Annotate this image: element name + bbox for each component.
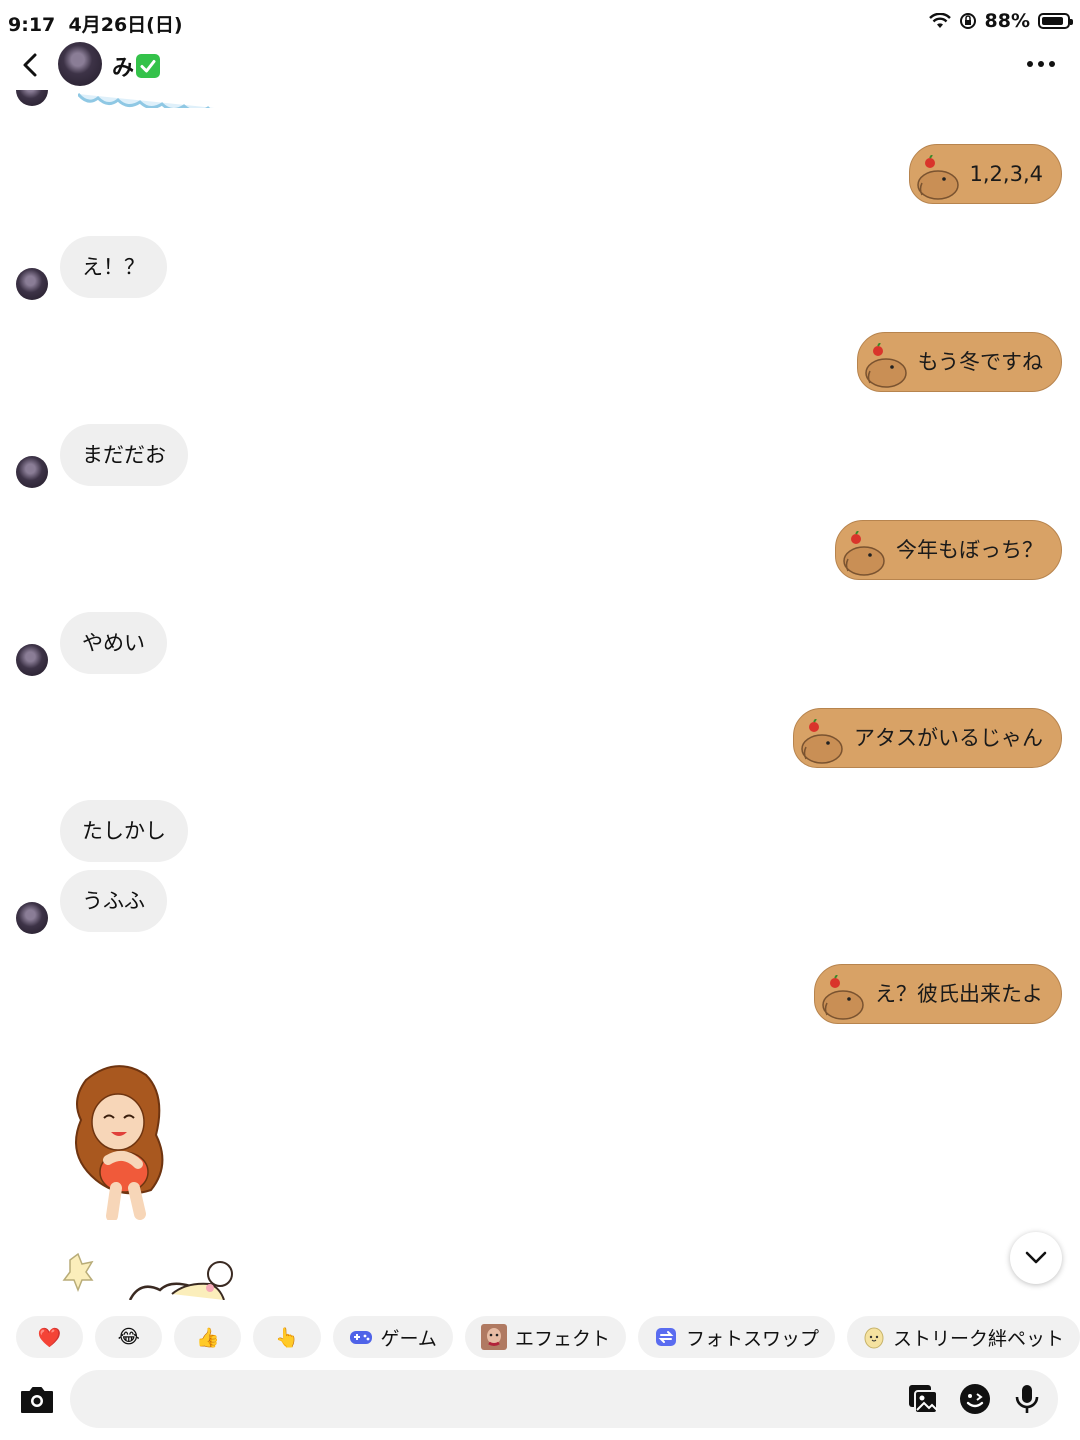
effect-thumbnail-icon bbox=[480, 1324, 507, 1350]
voice-button[interactable] bbox=[1010, 1382, 1044, 1416]
capybara-icon bbox=[801, 719, 843, 764]
contact-name[interactable]: み bbox=[112, 50, 161, 82]
back-button[interactable] bbox=[14, 48, 48, 82]
capybara-icon bbox=[916, 155, 959, 200]
incoming-message[interactable]: やめい bbox=[60, 612, 167, 674]
heart-icon: ❤️ bbox=[37, 1326, 62, 1349]
contact-avatar[interactable] bbox=[58, 42, 102, 86]
tears-of-joy-icon: 😂 bbox=[117, 1326, 140, 1348]
reaction-heart-button[interactable]: ❤️ bbox=[16, 1316, 84, 1358]
incoming-message[interactable]: まだだお bbox=[60, 424, 188, 486]
photo-swap-button[interactable]: フォトスワップ bbox=[637, 1316, 835, 1358]
ellipsis-icon bbox=[1027, 61, 1055, 67]
bunny-sticker-icon[interactable] bbox=[60, 1250, 250, 1300]
chevron-left-icon bbox=[23, 53, 37, 77]
thumbs-up-icon: 👍 bbox=[195, 1326, 220, 1349]
avatar bbox=[16, 644, 48, 676]
camera-button[interactable] bbox=[18, 1380, 56, 1418]
capybara-icon bbox=[864, 343, 907, 388]
chat-header: み bbox=[0, 42, 1080, 90]
incoming-message[interactable]: うふふ bbox=[60, 870, 167, 932]
pet-egg-icon bbox=[863, 1325, 885, 1349]
battery-icon bbox=[1038, 13, 1073, 29]
pointing-up-icon: 👆 bbox=[275, 1326, 299, 1349]
reaction-thumbs-up-button[interactable]: 👍 bbox=[174, 1316, 242, 1358]
gallery-button[interactable] bbox=[906, 1382, 940, 1416]
chevron-down-icon bbox=[1025, 1251, 1047, 1264]
photo-swap-icon bbox=[654, 1325, 678, 1349]
effect-button[interactable]: エフェクト bbox=[464, 1316, 626, 1358]
status-date: 4月26日(日) bbox=[68, 14, 183, 36]
battery-percent: 88% bbox=[984, 10, 1030, 32]
outgoing-message[interactable]: もう冬ですね bbox=[856, 332, 1062, 392]
cloud-sticker-icon bbox=[78, 93, 215, 108]
incoming-message[interactable]: え！？ bbox=[60, 236, 167, 298]
status-time: 9:17 4月26日(日) bbox=[8, 14, 183, 36]
reaction-laugh-button[interactable]: 😂 bbox=[95, 1316, 163, 1358]
outgoing-message[interactable]: 1,2,3,4 bbox=[908, 144, 1062, 204]
outgoing-message[interactable]: 今年もぼっち？ bbox=[835, 520, 1062, 580]
wifi-icon bbox=[928, 13, 951, 28]
capybara-icon bbox=[822, 975, 864, 1020]
streak-pet-button[interactable]: ストリーク絆ペット bbox=[846, 1316, 1080, 1358]
scroll-to-bottom-button[interactable] bbox=[1010, 1232, 1062, 1284]
screen-lock-icon bbox=[959, 13, 976, 29]
message-input[interactable] bbox=[92, 1370, 896, 1430]
avatar bbox=[16, 456, 48, 488]
reaction-pointing-up-button[interactable]: 👆 bbox=[253, 1316, 321, 1358]
outgoing-message[interactable]: え？彼氏出来たよ bbox=[814, 964, 1062, 1024]
quick-actions-bar: ❤️ 😂 👍 👆 ゲーム エフェクト フォトスワップ ストリーク絆ペット bbox=[16, 1316, 1080, 1360]
avatar bbox=[16, 902, 48, 934]
message-list[interactable]: 1,2,3,4 え！？ もう冬ですね まだだお 今年もぼっち？ やめい アタスが… bbox=[0, 90, 1080, 1300]
outgoing-message[interactable]: アタスがいるじゃん bbox=[793, 708, 1062, 768]
game-button[interactable]: ゲーム bbox=[332, 1316, 453, 1358]
incoming-message[interactable]: たしかし bbox=[60, 800, 188, 862]
gamepad-icon bbox=[349, 1327, 373, 1347]
avatar bbox=[16, 268, 48, 300]
more-options-button[interactable] bbox=[1024, 54, 1058, 74]
check-mark-icon bbox=[136, 54, 161, 78]
microphone-icon bbox=[1015, 1385, 1039, 1413]
girl-sticker-icon[interactable] bbox=[56, 1060, 186, 1220]
avatar bbox=[16, 90, 48, 106]
camera-icon bbox=[21, 1387, 53, 1413]
status-bar: 9:17 4月26日(日) 88% bbox=[0, 0, 1080, 42]
status-right: 88% bbox=[928, 10, 1073, 32]
message-composer[interactable] bbox=[70, 1370, 1058, 1430]
sticker-icon bbox=[960, 1384, 990, 1414]
gallery-icon bbox=[909, 1385, 938, 1414]
sticker-button[interactable] bbox=[958, 1382, 992, 1416]
capybara-icon bbox=[843, 531, 885, 576]
